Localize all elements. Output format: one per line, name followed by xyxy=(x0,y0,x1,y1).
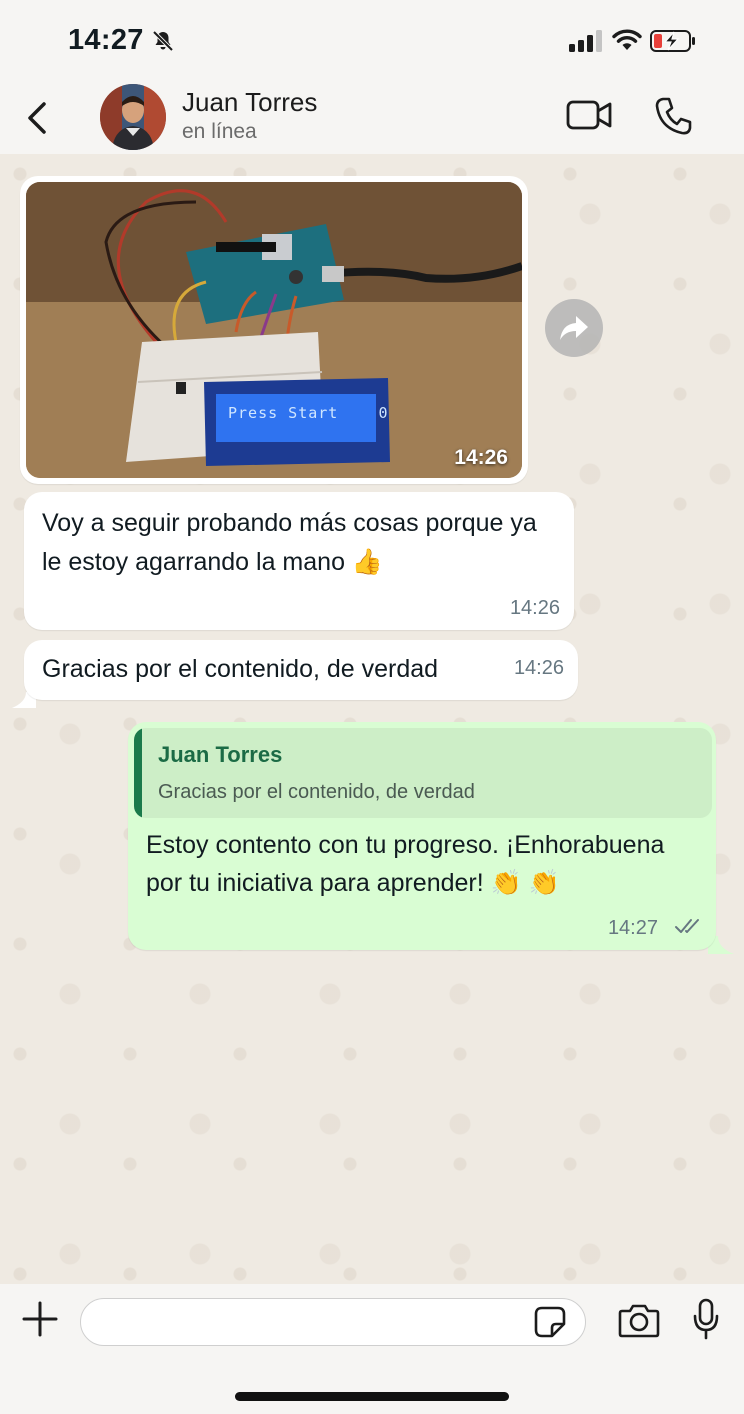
signal-icon xyxy=(569,30,602,52)
status-bar: 14:27 xyxy=(0,0,744,80)
quote-accent-bar xyxy=(134,728,142,818)
message-time: 14:26 xyxy=(454,446,508,469)
quote-author: Juan Torres xyxy=(158,742,283,767)
outgoing-message[interactable]: Juan Torres Gracias por el contenido, de… xyxy=(128,722,716,950)
double-check-icon xyxy=(675,919,699,933)
incoming-message[interactable]: Gracias por el contenido, de verdad 14:2… xyxy=(24,640,578,700)
forward-icon xyxy=(560,316,588,340)
message-text: Estoy contento con tu progreso. ¡Enhorab… xyxy=(146,831,665,897)
lcd-display-text: Press Start 0 xyxy=(228,404,389,422)
message-input[interactable] xyxy=(80,1298,586,1346)
contact-status: en línea xyxy=(182,120,257,143)
message-text: Voy a seguir probando más cosas porque y… xyxy=(42,509,537,576)
chat-header: Juan Torres en línea xyxy=(0,80,744,154)
image-message[interactable]: Press Start 0 14:26 xyxy=(20,176,528,484)
chat-area[interactable]: Press Start 0 14:26 Voy a seguir proband… xyxy=(0,154,744,1284)
camera-icon[interactable] xyxy=(618,1302,660,1338)
quoted-message[interactable]: Juan Torres Gracias por el contenido, de… xyxy=(134,728,712,818)
back-icon[interactable] xyxy=(22,98,52,138)
bell-slash-icon xyxy=(152,30,174,52)
video-call-icon[interactable] xyxy=(566,98,612,132)
message-text: Gracias por el contenido, de verdad xyxy=(42,655,439,683)
plus-icon[interactable] xyxy=(22,1301,58,1337)
contact-name[interactable]: Juan Torres xyxy=(182,87,317,118)
phone-call-icon[interactable] xyxy=(654,96,692,136)
message-time: 14:26 xyxy=(513,657,564,679)
wifi-icon xyxy=(612,29,642,50)
home-indicator[interactable] xyxy=(235,1392,509,1401)
microphone-icon[interactable] xyxy=(692,1298,720,1340)
message-time: 14:26 xyxy=(509,597,560,619)
avatar[interactable] xyxy=(100,84,166,150)
incoming-message[interactable]: Voy a seguir probando más cosas porque y… xyxy=(24,492,574,630)
forward-button[interactable] xyxy=(545,299,603,357)
status-time: 14:27 xyxy=(68,24,144,56)
sticker-icon[interactable] xyxy=(534,1306,566,1338)
battery-charging-icon xyxy=(650,30,695,52)
arduino-photo[interactable]: Press Start 0 14:26 xyxy=(26,182,522,478)
message-time: 14:27 xyxy=(607,917,658,939)
quote-text: Gracias por el contenido, de verdad xyxy=(158,781,475,803)
